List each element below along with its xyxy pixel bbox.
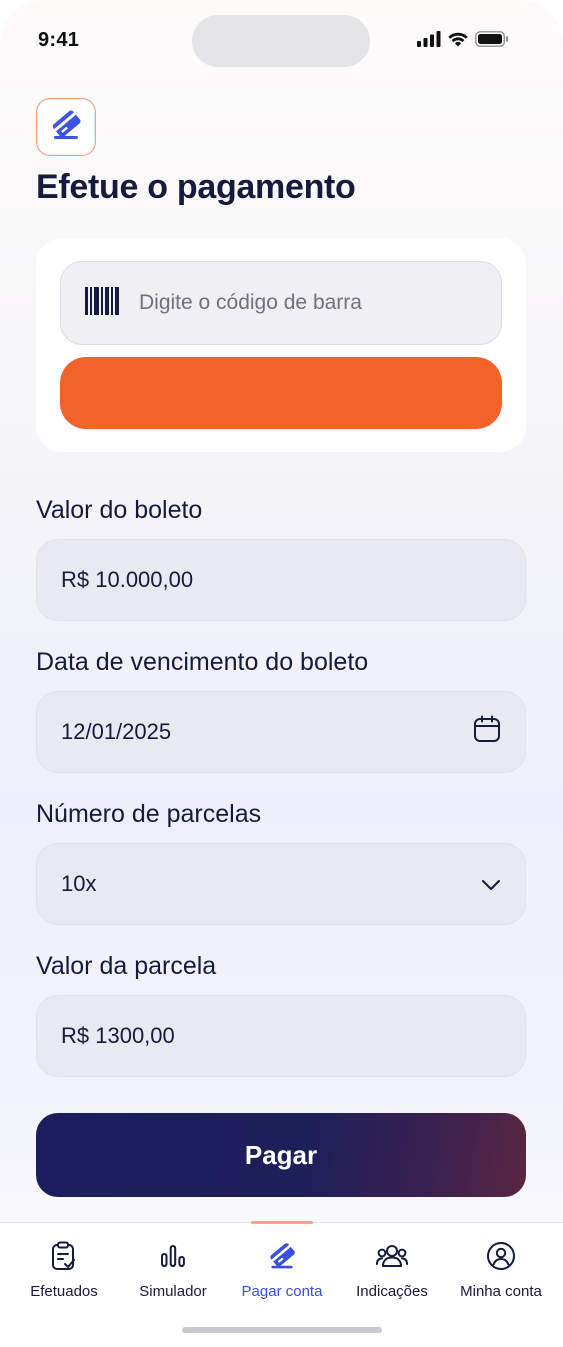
active-tab-indicator — [251, 1221, 313, 1224]
user-circle-icon — [446, 1241, 556, 1271]
tab-pagar-conta[interactable]: Pagar conta — [227, 1241, 337, 1300]
page-title: Efetue o pagamento — [36, 168, 356, 206]
tab-minha-conta[interactable]: Minha conta — [446, 1241, 556, 1300]
installments-label: Número de parcelas — [36, 800, 262, 828]
tab-label-indicacoes: Indicações — [356, 1283, 428, 1300]
status-time: 9:41 — [38, 29, 80, 51]
barcode-input[interactable] — [139, 291, 459, 315]
tab-indicacoes[interactable]: Indicações — [337, 1241, 447, 1300]
installment-value-field[interactable]: R$ 1300,00 — [36, 995, 526, 1077]
phone-screen: 9:41 Efetue o pagamento Digite o código … — [0, 0, 563, 1347]
amount-value: R$ 10.000,00 — [61, 567, 194, 592]
tab-efetuados[interactable]: Efetuados — [9, 1241, 119, 1300]
installments-value: 10x — [61, 871, 97, 896]
calendar-icon[interactable] — [473, 715, 501, 749]
scan-barcode-button[interactable] — [60, 357, 502, 429]
tab-label-efetuados: Efetuados — [30, 1283, 98, 1300]
tab-label-minha-conta: Minha conta — [460, 1283, 542, 1300]
tab-simulador[interactable]: Simulador — [118, 1241, 228, 1300]
card-pay-icon — [49, 109, 83, 146]
due-date-field[interactable]: 12/01/2025 — [36, 691, 526, 773]
bar-chart-icon — [118, 1241, 228, 1271]
tab-label-pagar-conta: Pagar conta — [241, 1283, 323, 1300]
installment-value: R$ 1300,00 — [61, 1023, 175, 1048]
barcode-field[interactable] — [60, 261, 502, 345]
pay-button[interactable]: Pagar — [36, 1113, 526, 1197]
barcode-icon — [85, 286, 119, 320]
wifi-icon — [447, 31, 469, 52]
due-date-value: 12/01/2025 — [61, 719, 172, 744]
barcode-card — [36, 238, 526, 452]
amount-label: Valor do boleto — [36, 496, 203, 524]
clipboard-check-icon — [9, 1241, 119, 1271]
installments-select[interactable]: 10x — [36, 843, 526, 925]
app-logo — [36, 98, 96, 156]
due-date-label: Data de vencimento do boleto — [36, 648, 369, 676]
card-pay-icon — [227, 1241, 337, 1271]
signal-icon — [417, 31, 441, 52]
tab-label-simulador: Simulador — [139, 1283, 207, 1300]
users-icon — [337, 1241, 447, 1271]
status-icons — [417, 31, 509, 52]
battery-icon — [475, 31, 509, 52]
status-bar: 9:41 — [0, 0, 563, 80]
installment-value-label: Valor da parcela — [36, 952, 217, 980]
chevron-down-icon — [481, 871, 501, 897]
home-indicator[interactable] — [182, 1327, 382, 1333]
dynamic-island — [192, 15, 370, 67]
amount-field[interactable]: R$ 10.000,00 — [36, 539, 526, 621]
